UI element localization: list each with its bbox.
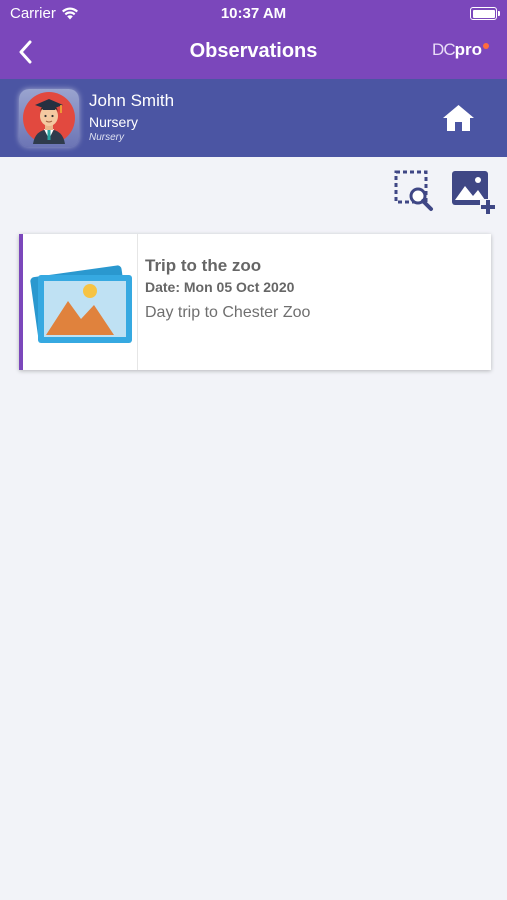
logo-dc-text: DC	[432, 40, 456, 59]
avatar[interactable]	[19, 89, 79, 147]
app-logo: DC pro	[432, 40, 489, 60]
search-observations-button[interactable]	[393, 169, 435, 212]
home-icon	[443, 105, 474, 131]
header: Carrier 10:37 AM Observations DC pro	[0, 0, 507, 79]
observation-title: Trip to the zoo	[145, 256, 262, 275]
logo-dot	[483, 43, 489, 49]
nav-bar: Observations DC pro	[0, 28, 507, 79]
observation-date: Date: Mon 05 Oct 2020	[145, 279, 295, 295]
child-room-subtitle: Nursery	[89, 132, 125, 143]
battery-icon	[470, 7, 500, 20]
add-photo-icon	[452, 171, 496, 214]
status-bar: Carrier 10:37 AM	[0, 0, 507, 28]
graduate-avatar-icon	[23, 92, 75, 144]
image-placeholder-icon	[30, 265, 132, 343]
observation-thumbnail	[23, 234, 138, 370]
logo-pro-text: pro	[454, 40, 482, 59]
observation-card[interactable]: Trip to the zoo Date: Mon 05 Oct 2020 Da…	[19, 234, 491, 370]
home-button[interactable]	[442, 103, 475, 133]
child-profile-bar: John Smith Nursery Nursery	[0, 79, 507, 157]
page-title: Observations	[189, 40, 318, 62]
child-name: John Smith	[89, 91, 175, 110]
child-room: Nursery	[89, 114, 139, 130]
clock: 10:37 AM	[220, 5, 287, 22]
add-observation-button[interactable]	[450, 169, 496, 214]
selection-search-icon	[394, 170, 433, 211]
observation-description: Day trip to Chester Zoo	[145, 304, 311, 321]
